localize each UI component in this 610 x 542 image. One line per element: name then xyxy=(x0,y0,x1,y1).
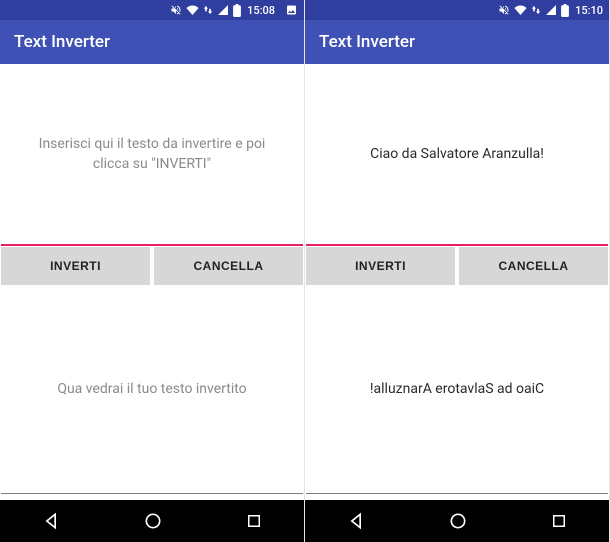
invert-button[interactable]: INVERTI xyxy=(1,247,150,285)
phone-right: 15:10 Text Inverter Ciao da Salvatore Ar… xyxy=(305,0,610,542)
app-title: Text Inverter xyxy=(319,32,415,52)
battery-icon xyxy=(233,4,241,17)
wifi-icon xyxy=(186,4,199,16)
status-time: 15:10 xyxy=(575,4,603,17)
input-value: Ciao da Salvatore Aranzulla! xyxy=(370,144,544,164)
output-divider xyxy=(306,493,608,494)
back-button[interactable] xyxy=(346,511,366,531)
clear-button[interactable]: CANCELLA xyxy=(459,247,608,285)
back-button[interactable] xyxy=(41,511,61,531)
wifi-icon xyxy=(514,4,527,16)
app-title: Text Inverter xyxy=(14,32,110,52)
input-textarea[interactable]: Inserisci qui il testo da invertire e po… xyxy=(0,64,304,244)
picture-icon xyxy=(285,4,298,16)
clear-button[interactable]: CANCELLA xyxy=(154,247,303,285)
app-bar: Text Inverter xyxy=(305,20,609,64)
status-bar: 15:10 xyxy=(305,0,609,20)
content-right: Ciao da Salvatore Aranzulla! INVERTI CAN… xyxy=(305,64,609,500)
data-icon xyxy=(203,4,213,16)
recent-button[interactable] xyxy=(550,512,568,530)
signal-icon xyxy=(217,4,229,16)
input-textarea[interactable]: Ciao da Salvatore Aranzulla! xyxy=(305,64,609,244)
mute-icon xyxy=(170,4,182,16)
input-placeholder: Inserisci qui il testo da invertire e po… xyxy=(22,134,282,175)
app-bar: Text Inverter xyxy=(0,20,304,64)
nav-bar xyxy=(305,500,609,542)
status-time: 15:08 xyxy=(247,4,275,17)
status-bar: 15:08 xyxy=(0,0,304,20)
output-divider xyxy=(1,493,303,494)
recent-button[interactable] xyxy=(245,512,263,530)
output-placeholder: Qua vedrai il tuo testo invertito xyxy=(57,381,246,397)
signal-icon xyxy=(545,4,557,16)
phone-left: 15:08 Text Inverter Inserisci qui il tes… xyxy=(0,0,305,542)
invert-button[interactable]: INVERTI xyxy=(306,247,455,285)
button-row: INVERTI CANCELLA xyxy=(305,246,609,285)
battery-icon xyxy=(561,4,569,17)
output-text: Qua vedrai il tuo testo invertito xyxy=(0,285,304,493)
content-left: Inserisci qui il testo da invertire e po… xyxy=(0,64,304,500)
output-text: !alluznarA erotavlaS ad oaiC xyxy=(305,285,609,493)
data-icon xyxy=(531,4,541,16)
home-button[interactable] xyxy=(448,511,468,531)
nav-bar xyxy=(0,500,304,542)
output-value: !alluznarA erotavlaS ad oaiC xyxy=(370,381,544,397)
mute-icon xyxy=(498,4,510,16)
button-row: INVERTI CANCELLA xyxy=(0,246,304,285)
home-button[interactable] xyxy=(143,511,163,531)
